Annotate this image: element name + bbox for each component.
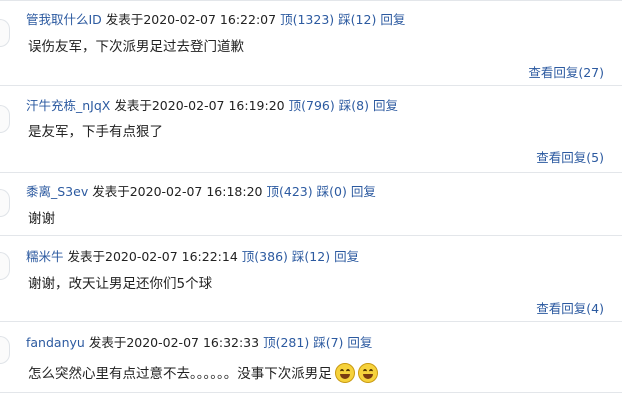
downvote-label: 踩 bbox=[291, 249, 305, 264]
downvote-count: (12) bbox=[350, 12, 377, 27]
posted-label: 发表于 bbox=[88, 335, 127, 350]
downvote-label: 踩 bbox=[338, 12, 351, 27]
reply-button[interactable]: 回复 bbox=[334, 249, 359, 264]
upvote-button[interactable]: 顶(281) bbox=[263, 335, 309, 350]
comment-text: 是友军，下手有点狠了 bbox=[28, 124, 163, 140]
avatar[interactable] bbox=[0, 252, 10, 280]
downvote-button[interactable]: 踩(12) bbox=[338, 12, 376, 27]
timestamp: 2020-02-07 16:18:20 bbox=[129, 184, 263, 199]
view-replies-link[interactable]: 查看回复(27) bbox=[528, 65, 604, 81]
upvote-count: (1323) bbox=[292, 12, 335, 27]
timestamp: 2020-02-07 16:19:20 bbox=[151, 98, 285, 113]
upvote-button[interactable]: 顶(386) bbox=[242, 249, 288, 264]
avatar[interactable] bbox=[0, 336, 10, 364]
comment-text: 怎么突然心里有点过意不去。。。。。。没事下次派男足 bbox=[28, 366, 332, 382]
upvote-button[interactable]: 顶(796) bbox=[289, 98, 335, 113]
comment-item: 黍离_S3ev 发表于2020-02-07 16:18:20 顶(423) 踩(… bbox=[0, 173, 622, 236]
upvote-label: 顶 bbox=[263, 335, 276, 350]
downvote-count: (7) bbox=[325, 335, 344, 350]
reply-button[interactable]: 回复 bbox=[380, 12, 405, 27]
comment-text: 谢谢，改天让男足还你们5个球 bbox=[28, 276, 213, 292]
reply-button[interactable]: 回复 bbox=[347, 335, 372, 350]
comment-meta: 糯米牛 发表于2020-02-07 16:22:14 顶(386) 踩(12) … bbox=[26, 249, 359, 265]
upvote-count: (281) bbox=[275, 335, 310, 350]
upvote-count: (423) bbox=[279, 184, 313, 199]
comment-text: 谢谢 bbox=[28, 211, 55, 227]
posted-label: 发表于 bbox=[67, 249, 106, 264]
timestamp: 2020-02-07 16:22:14 bbox=[105, 249, 238, 264]
upvote-button[interactable]: 顶(423) bbox=[266, 184, 312, 199]
username-link[interactable]: fandanyu bbox=[26, 335, 85, 350]
posted-label: 发表于 bbox=[105, 12, 144, 27]
comment-item: fandanyu 发表于2020-02-07 16:32:33 顶(281) 踩… bbox=[0, 322, 622, 393]
view-replies-link[interactable]: 查看回复(5) bbox=[536, 150, 604, 166]
reply-button[interactable]: 回复 bbox=[373, 98, 398, 113]
comment-meta: 汗牛充栋_nJqX 发表于2020-02-07 16:19:20 顶(796) … bbox=[26, 98, 398, 114]
comment-meta: fandanyu 发表于2020-02-07 16:32:33 顶(281) 踩… bbox=[26, 335, 372, 351]
downvote-button[interactable]: 踩(7) bbox=[313, 335, 343, 350]
comment-item: 管我取什么ID 发表于2020-02-07 16:22:07 顶(1323) 踩… bbox=[0, 0, 622, 86]
downvote-button[interactable]: 踩(0) bbox=[317, 184, 347, 199]
username-link[interactable]: 糯米牛 bbox=[26, 249, 64, 264]
username-link[interactable]: 管我取什么ID bbox=[26, 12, 102, 27]
upvote-label: 顶 bbox=[241, 249, 255, 264]
avatar[interactable] bbox=[0, 19, 10, 47]
comment-text-line: 怎么突然心里有点过意不去。。。。。。没事下次派男足 bbox=[28, 363, 378, 383]
comment-item: 汗牛充栋_nJqX 发表于2020-02-07 16:19:20 顶(796) … bbox=[0, 86, 622, 173]
upvote-count: (386) bbox=[254, 249, 288, 264]
upvote-count: (796) bbox=[301, 98, 335, 113]
downvote-button[interactable]: 踩(12) bbox=[292, 249, 330, 264]
timestamp: 2020-02-07 16:32:33 bbox=[126, 335, 260, 350]
username-link[interactable]: 汗牛充栋_nJqX bbox=[26, 98, 110, 113]
downvote-count: (12) bbox=[304, 249, 331, 264]
comment-meta: 管我取什么ID 发表于2020-02-07 16:22:07 顶(1323) 踩… bbox=[26, 12, 405, 28]
avatar[interactable] bbox=[0, 189, 10, 217]
downvote-count: (0) bbox=[329, 184, 347, 199]
upvote-label: 顶 bbox=[288, 98, 302, 113]
posted-label: 发表于 bbox=[114, 98, 152, 113]
timestamp: 2020-02-07 16:22:07 bbox=[143, 12, 277, 27]
comment-item: 糯米牛 发表于2020-02-07 16:22:14 顶(386) 踩(12) … bbox=[0, 236, 622, 322]
downvote-label: 踩 bbox=[338, 98, 352, 113]
grinning-sweat-emoji-icon bbox=[357, 363, 378, 383]
downvote-label: 踩 bbox=[313, 335, 326, 350]
upvote-label: 顶 bbox=[280, 12, 293, 27]
downvote-button[interactable]: 踩(8) bbox=[339, 98, 369, 113]
username-link[interactable]: 黍离_S3ev bbox=[26, 184, 88, 199]
upvote-label: 顶 bbox=[266, 184, 279, 199]
comment-meta: 黍离_S3ev 发表于2020-02-07 16:18:20 顶(423) 踩(… bbox=[26, 184, 376, 200]
reply-button[interactable]: 回复 bbox=[351, 184, 376, 199]
grinning-sweat-emoji-icon bbox=[334, 363, 355, 383]
page-right-margin bbox=[622, 0, 640, 406]
downvote-label: 踩 bbox=[316, 184, 330, 199]
posted-label: 发表于 bbox=[92, 184, 130, 199]
view-replies-link[interactable]: 查看回复(4) bbox=[536, 301, 604, 317]
downvote-count: (8) bbox=[351, 98, 369, 113]
upvote-button[interactable]: 顶(1323) bbox=[280, 12, 334, 27]
avatar[interactable] bbox=[0, 105, 10, 133]
comment-text: 误伤友军，下次派男足过去登门道歉 bbox=[28, 39, 244, 55]
